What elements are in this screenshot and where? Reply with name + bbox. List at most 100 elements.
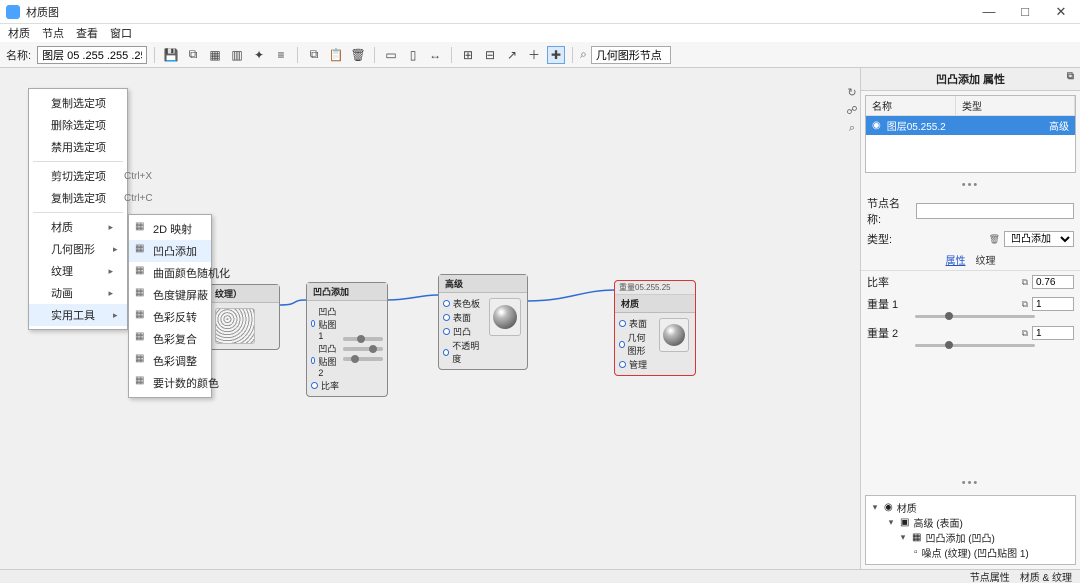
sub-color-composite[interactable]: ▦色彩复合: [129, 328, 211, 350]
sub-color-to-count[interactable]: ▦要计数的颜色: [129, 372, 211, 394]
tool-group-icon[interactable]: ⊞: [459, 46, 477, 64]
port-icon[interactable]: [311, 382, 318, 389]
ctx-sub-animation[interactable]: 动画: [29, 282, 127, 304]
sub-color-adjust[interactable]: ▦色彩调整: [129, 350, 211, 372]
node-advanced[interactable]: 高级 表色板 表面 凹凸 不透明度: [438, 274, 528, 370]
toolbar: 名称: 💾 ⧉ ▦ ▥ ✦ ≡ ⧉ 📋 🗑 ▭ ▯ ↔ ⊞ ⊟ ↗ ＋ ✚ ⌕: [0, 42, 1080, 68]
node-adv-title: 高级: [439, 275, 527, 293]
scene-list[interactable]: 名称 类型 ◉ 图层05.255.2 高级: [865, 95, 1076, 173]
ctx-cut-selection[interactable]: 剪切选定项Ctrl+X: [29, 165, 127, 187]
material-tree[interactable]: ▾◉材质 ▾▣高级 (表面) ▾▦凹凸添加 (凹凸) ▫噪点 (纹理) (凹凸贴…: [865, 495, 1076, 565]
tool-grid-icon[interactable]: ▥: [228, 46, 246, 64]
tool-ungroup-icon[interactable]: ⊟: [481, 46, 499, 64]
window-minimize-button[interactable]: —: [980, 4, 998, 20]
port-icon[interactable]: [443, 314, 450, 321]
ctx-sub-texture[interactable]: 纹理: [29, 260, 127, 282]
menu-view[interactable]: 查看: [76, 25, 98, 41]
tool-save-icon[interactable]: 💾: [162, 46, 180, 64]
menu-material[interactable]: 材质: [8, 25, 30, 41]
tool-layout1-icon[interactable]: ▭: [382, 46, 400, 64]
status-node-props[interactable]: 节点属性: [970, 569, 1010, 584]
slider[interactable]: [343, 337, 383, 341]
panel-search-icon[interactable]: ⌕: [845, 122, 859, 136]
link-icon[interactable]: ⧉: [1022, 277, 1028, 288]
tree-toggle-icon[interactable]: ▾: [886, 517, 896, 528]
port-icon[interactable]: [443, 300, 450, 307]
panel-refresh-icon[interactable]: ↻: [845, 86, 859, 100]
tree-toggle-icon[interactable]: ▾: [870, 502, 880, 513]
tool-fit-icon[interactable]: ▦: [206, 46, 224, 64]
tex-icon: ▫: [914, 547, 918, 558]
node-name-input[interactable]: [916, 203, 1074, 219]
port-icon[interactable]: [311, 357, 315, 364]
node-bump-title: 凹凸添加: [307, 283, 387, 301]
ctx-disable-selection[interactable]: 禁用选定项: [29, 136, 127, 158]
link-icon[interactable]: ⧉: [1022, 299, 1028, 310]
panel-popout-icon[interactable]: ⧉: [1067, 71, 1074, 82]
tool-arrow-icon[interactable]: ↗: [503, 46, 521, 64]
sub-surface-color-random[interactable]: ▦曲面颜色随机化: [129, 262, 211, 284]
port-icon[interactable]: [443, 328, 450, 335]
app-icon: [6, 5, 20, 19]
window-close-button[interactable]: ✕: [1052, 4, 1070, 20]
node-bump-add[interactable]: 凹凸添加 凹凸贴图 1 凹凸贴图 2 比率: [306, 282, 388, 397]
globe-icon: ◉: [884, 502, 893, 513]
texture-preview: [215, 308, 255, 344]
weight1-slider[interactable]: [915, 315, 1035, 318]
status-material-texture[interactable]: 材质 & 纹理: [1020, 569, 1072, 584]
node-texture[interactable]: 纹理）: [208, 284, 280, 350]
tool-layout2-icon[interactable]: ▯: [404, 46, 422, 64]
port-icon[interactable]: [619, 341, 625, 348]
sub-bump-add[interactable]: ▦凹凸添加: [129, 240, 211, 262]
name-input[interactable]: [37, 46, 147, 64]
menu-node[interactable]: 节点: [42, 25, 64, 41]
list-item[interactable]: ◉ 图层05.255.2 高级: [866, 116, 1075, 135]
prop-weight1-value[interactable]: [1032, 297, 1074, 311]
material-preview: [489, 298, 521, 336]
tool-paste-icon[interactable]: 📋: [327, 46, 345, 64]
tool-delete-icon[interactable]: 🗑: [349, 46, 367, 64]
slider[interactable]: [343, 347, 383, 351]
tool-snap-icon[interactable]: ✦: [250, 46, 268, 64]
node-texture-title: 纹理）: [209, 285, 279, 303]
prop-ratio-value[interactable]: [1032, 275, 1074, 289]
ctx-copy-selection2[interactable]: 复制选定项Ctrl+C: [29, 187, 127, 209]
tool-add-node-icon[interactable]: ✚: [547, 46, 565, 64]
sub-chroma-key-mask[interactable]: ▦色度键屏蔽: [129, 284, 211, 306]
port-icon[interactable]: [619, 361, 626, 368]
node-canvas[interactable]: 纹理） 凹凸添加 凹凸贴图 1 凹凸贴图 2 比率: [0, 68, 860, 569]
ctx-sub-utility[interactable]: 实用工具: [29, 304, 127, 326]
tool-plus-icon[interactable]: ＋: [525, 46, 543, 64]
link-icon[interactable]: ⧉: [1022, 328, 1028, 339]
sub-2d-mapping[interactable]: ▦2D 映射: [129, 218, 211, 240]
window-maximize-button[interactable]: □: [1016, 4, 1034, 20]
tool-align-icon[interactable]: ≡: [272, 46, 290, 64]
slider[interactable]: [343, 357, 383, 361]
list-hdr-type: 类型: [956, 96, 1075, 115]
node-material[interactable]: 重量05.255.25 材质 表面 几何图形 管理: [614, 280, 696, 376]
tree-toggle-icon[interactable]: ▾: [898, 532, 908, 543]
port-icon[interactable]: [619, 320, 626, 327]
tab-properties[interactable]: 属性: [946, 252, 966, 267]
delete-icon[interactable]: 🗑: [989, 234, 1000, 245]
port-icon[interactable]: [311, 320, 315, 327]
tab-texture[interactable]: 纹理: [976, 252, 996, 267]
ctx-copy-selection[interactable]: 复制选定项: [29, 92, 127, 114]
menu-window[interactable]: 窗口: [110, 25, 132, 41]
bump-icon: ▦: [912, 532, 921, 543]
node-search-input[interactable]: [591, 46, 671, 64]
ctx-delete-selection[interactable]: 删除选定项: [29, 114, 127, 136]
node-type-dropdown[interactable]: 凹凸添加: [1004, 231, 1074, 247]
panel-link-icon[interactable]: ☍: [845, 104, 859, 118]
ctx-sub-geometry[interactable]: 几何图形: [29, 238, 127, 260]
ctx-sub-material[interactable]: 材质: [29, 216, 127, 238]
weight2-slider[interactable]: [915, 344, 1035, 347]
tool-link-icon[interactable]: ↔: [426, 46, 444, 64]
panel-title: 凹凸添加 属性: [936, 74, 1005, 86]
prop-weight2-value[interactable]: [1032, 326, 1074, 340]
prop-weight2-label: 重量 2: [867, 325, 903, 341]
tool-mag-icon[interactable]: ⧉: [184, 46, 202, 64]
tool-copy-icon[interactable]: ⧉: [305, 46, 323, 64]
port-icon[interactable]: [443, 349, 449, 356]
sub-color-invert[interactable]: ▦色彩反转: [129, 306, 211, 328]
